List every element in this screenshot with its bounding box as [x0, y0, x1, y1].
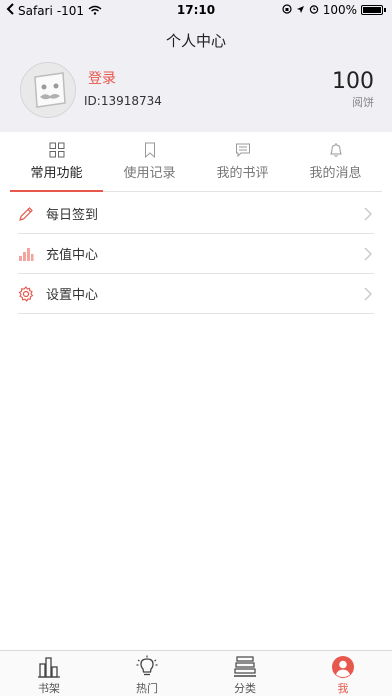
alarm-icon [309, 3, 319, 17]
tab-label: 常用功能 [30, 166, 83, 181]
coins-icon [18, 246, 34, 262]
profile-header: Safari -101 17:10 100% 个人中心 登录 ID:139187… [0, 0, 392, 132]
avatar[interactable] [20, 62, 76, 118]
tabbar-label: 分类 [234, 682, 256, 695]
tab-label: 使用记录 [123, 166, 176, 181]
rotation-lock-icon [282, 3, 292, 17]
profile-icon [331, 655, 355, 679]
tabbar-item-popular[interactable]: 热门 [98, 651, 196, 696]
list-item-recharge-center[interactable]: 充值中心 [18, 234, 374, 274]
list-item-label: 每日签到 [46, 208, 99, 223]
tabbar-item-bookshelf[interactable]: 书架 [0, 651, 98, 696]
chevron-right-icon [364, 246, 372, 265]
location-icon [296, 3, 305, 17]
lightbulb-icon [135, 655, 159, 679]
login-link[interactable]: 登录 [88, 68, 116, 88]
tabbar-label: 书架 [38, 682, 60, 695]
tab-label: 我的书评 [216, 166, 269, 181]
battery-percent: 100% [322, 3, 357, 17]
tab-my-reviews[interactable]: 我的书评 [196, 138, 289, 191]
profile-card: 登录 ID:13918734 100 阅饼 [0, 60, 392, 124]
battery-icon [361, 5, 383, 15]
list-item-label: 设置中心 [46, 288, 99, 303]
chevron-right-icon [364, 206, 372, 225]
coin-value: 100 [332, 69, 374, 94]
chevron-right-icon [364, 286, 372, 305]
bottom-tab-bar: 书架 热门 分类 我 [0, 650, 392, 696]
function-list: 每日签到 充值中心 设置中心 [18, 194, 374, 314]
gear-icon [18, 285, 34, 302]
tab-usage-history[interactable]: 使用记录 [103, 138, 196, 191]
page-title: 个人中心 [165, 32, 226, 50]
bell-icon [328, 142, 344, 158]
tab-common-functions[interactable]: 常用功能 [10, 138, 103, 192]
pencil-icon [18, 206, 34, 222]
bookmark-icon [142, 142, 158, 159]
tab-my-messages[interactable]: 我的消息 [289, 138, 382, 191]
tabbar-item-me[interactable]: 我 [294, 651, 392, 696]
tabbar-item-category[interactable]: 分类 [196, 651, 294, 696]
list-item-settings-center[interactable]: 设置中心 [18, 274, 374, 314]
user-id: ID:13918734 [84, 94, 162, 108]
list-item-daily-checkin[interactable]: 每日签到 [18, 194, 374, 234]
tabbar-label: 热门 [136, 682, 158, 695]
list-item-label: 充值中心 [46, 248, 99, 263]
tab-label: 我的消息 [309, 166, 362, 181]
category-icon [233, 655, 257, 679]
bookshelf-icon [37, 655, 61, 679]
tabbar-label: 我 [337, 682, 349, 695]
comment-icon [235, 142, 251, 158]
coin-unit: 阅饼 [352, 96, 374, 109]
section-tabs: 常用功能 使用记录 我的书评 我的消息 [10, 138, 382, 192]
status-bar: Safari -101 17:10 100% [0, 0, 392, 20]
coin-balance[interactable]: 100 阅饼 [332, 70, 374, 110]
grid-icon [49, 142, 65, 158]
